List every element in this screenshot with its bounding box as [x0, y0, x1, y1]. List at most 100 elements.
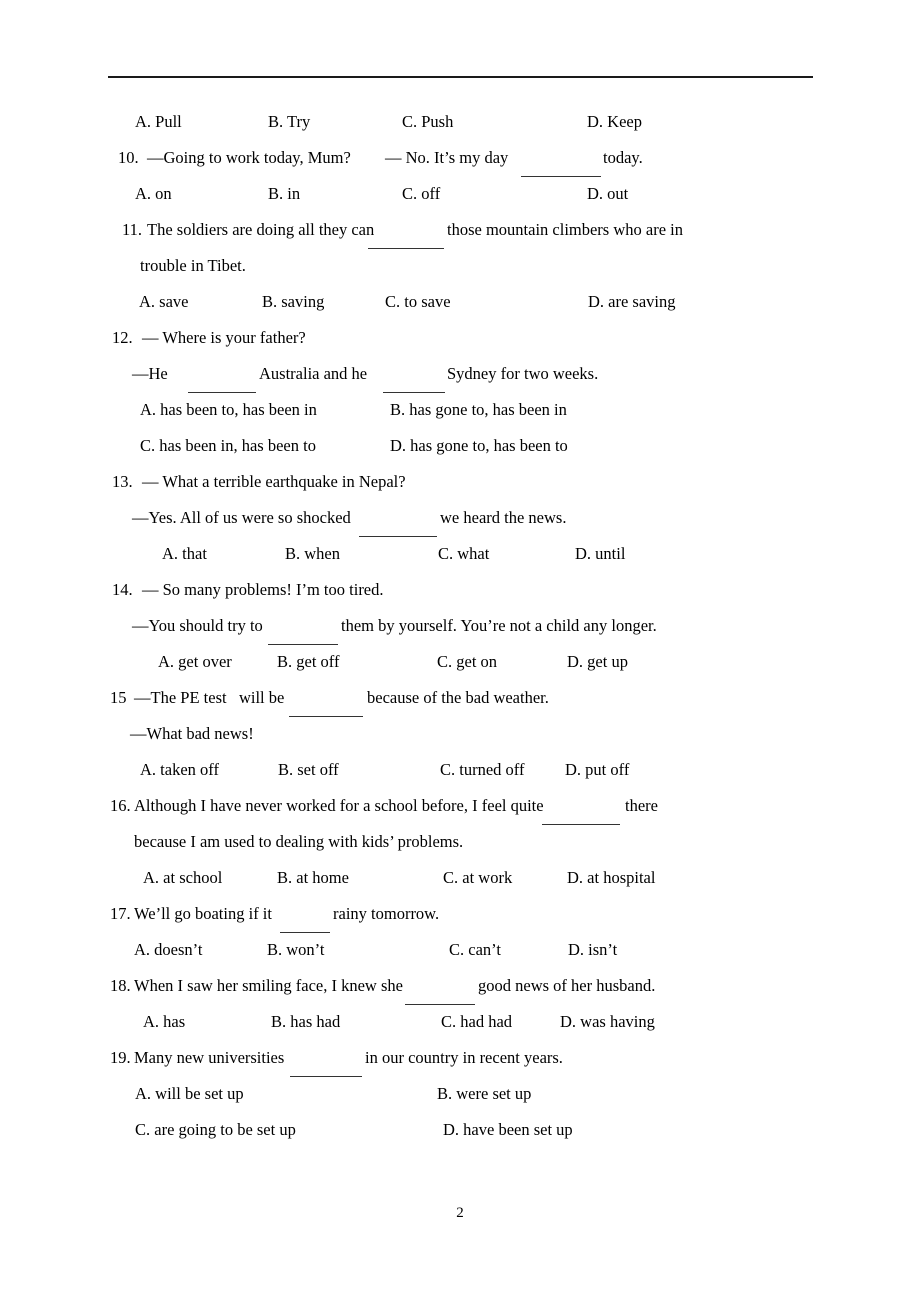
option-d: D. was having [560, 1012, 655, 1031]
answer-blank-q18 [405, 990, 475, 1005]
options-row-q19-ab: A. will be set up B. were set up [0, 1076, 920, 1112]
option-c: C. off [402, 184, 441, 203]
question-stem-q14-line2: —You should try to them by yourself. You… [0, 608, 920, 645]
option-c: C. Push [402, 112, 454, 131]
option-b: B. when [285, 544, 340, 563]
question-number-q16: 16. [110, 796, 131, 815]
options-row-q9: A. Pull B. Try C. Push D. Keep [0, 104, 920, 140]
option-d: D. until [575, 544, 626, 563]
question-text-q18-post: good news of her husband. [478, 976, 656, 995]
option-a: A. doesn’t [134, 940, 203, 959]
option-c: C. get on [437, 652, 498, 671]
answer-blank-q12-1 [188, 378, 256, 393]
questions-container: A. Pull B. Try C. Push D. Keep 10. —Goin… [0, 104, 920, 1148]
question-number-q19: 19. [110, 1048, 131, 1067]
question-text-q15-line2: —What bad news! [130, 724, 254, 743]
option-c: C. had had [441, 1012, 513, 1031]
options-row-q10: A. on B. in C. off D. out [0, 176, 920, 212]
options-row-q18: A. has B. has had C. had had D. was havi… [0, 1004, 920, 1040]
option-a: A. get over [158, 652, 232, 671]
question-stem-q14: 14. — So many problems! I’m too tired. [0, 572, 920, 608]
option-b: B. has had [271, 1012, 341, 1031]
options-row-q17: A. doesn’t B. won’t C. can’t D. isn’t [0, 932, 920, 968]
question-text-q12-line2-mid: Australia and he [259, 364, 368, 383]
question-stem-q15-line2: —What bad news! [0, 716, 920, 752]
answer-blank-q12-2 [383, 378, 445, 393]
options-row-q12-ab: A. has been to, has been in B. has gone … [0, 392, 920, 428]
option-d: D. isn’t [568, 940, 618, 959]
question-stem-q15: 15 —The PE test will be because of the b… [0, 680, 920, 717]
option-d: D. has gone to, has been to [390, 436, 568, 455]
option-d: D. out [587, 184, 629, 203]
question-text-q16-pre: Although I have never worked for a schoo… [134, 796, 544, 815]
question-text-q13: — What a terrible earthquake in Nepal? [142, 472, 406, 491]
question-text-q14: — So many problems! I’m too tired. [142, 580, 384, 599]
option-c: C. what [438, 544, 490, 563]
answer-blank-q14 [268, 630, 338, 645]
option-d: D. get up [567, 652, 628, 671]
option-d: D. Keep [587, 112, 642, 131]
option-a: A. Pull [135, 112, 182, 131]
question-stem-q16: 16. Although I have never worked for a s… [0, 788, 920, 825]
option-a: A. has been to, has been in [140, 400, 317, 419]
question-text-q19-post: in our country in recent years. [365, 1048, 563, 1067]
answer-blank-q10 [521, 162, 601, 177]
option-a: A. at school [143, 868, 223, 887]
options-row-q13: A. that B. when C. what D. until [0, 536, 920, 572]
question-stem-q16-line2: because I am used to dealing with kids’ … [0, 824, 920, 860]
option-d: D. put off [565, 760, 630, 779]
option-c: C. has been in, has been to [140, 436, 316, 455]
question-stem-q12: 12. — Where is your father? [0, 320, 920, 356]
options-row-q19-cd: C. are going to be set up D. have been s… [0, 1112, 920, 1148]
exam-page: A. Pull B. Try C. Push D. Keep 10. —Goin… [0, 0, 920, 1302]
option-a: A. save [139, 292, 189, 311]
option-a: A. taken off [140, 760, 219, 779]
question-stem-q11: 11. The soldiers are doing all they can … [0, 212, 920, 249]
options-row-q14: A. get over B. get off C. get on D. get … [0, 644, 920, 680]
question-text-q12-line2-post: Sydney for two weeks. [447, 364, 599, 383]
question-text-q16-post: there [625, 796, 658, 815]
option-d: D. at hospital [567, 868, 656, 887]
question-stem-q13: 13. — What a terrible earthquake in Nepa… [0, 464, 920, 500]
option-c: C. to save [385, 292, 451, 311]
page-number: 2 [456, 1205, 464, 1221]
question-text-q19-pre: Many new universities [134, 1048, 285, 1067]
question-text-q10-left: —Going to work today, Mum? [147, 148, 351, 167]
option-b: B. at home [277, 868, 349, 887]
options-row-q11: A. save B. saving C. to save D. are savi… [0, 284, 920, 320]
question-text-q12: — Where is your father? [142, 328, 306, 347]
option-b: B. get off [277, 652, 340, 671]
question-text-q15-post: because of the bad weather. [367, 688, 549, 707]
header-divider [108, 76, 813, 78]
option-b: B. Try [268, 112, 311, 131]
option-c: C. at work [443, 868, 513, 887]
question-text-q13-line2-pre: —Yes. All of us were so shocked [132, 508, 351, 527]
question-stem-q19: 19. Many new universities in our country… [0, 1040, 920, 1077]
question-text-q10-right-pre: — No. It’s my day [385, 148, 509, 167]
question-text-q18-pre: When I saw her smiling face, I knew she [134, 976, 403, 995]
question-text-q14-line2-pre: —You should try to [132, 616, 263, 635]
question-stem-q10: 10. —Going to work today, Mum? — No. It’… [0, 140, 920, 177]
question-text-q15-pre: —The PE test will be [134, 688, 285, 707]
option-d: D. have been set up [443, 1120, 573, 1139]
options-row-q16: A. at school B. at home C. at work D. at… [0, 860, 920, 896]
answer-blank-q16 [542, 810, 620, 825]
answer-blank-q19 [290, 1062, 362, 1077]
question-text-q17-pre: We’ll go boating if it [134, 904, 272, 923]
options-row-q12-cd: C. has been in, has been to D. has gone … [0, 428, 920, 464]
question-text-q10-right-post: today. [603, 148, 643, 167]
question-stem-q13-line2: —Yes. All of us were so shocked we heard… [0, 500, 920, 537]
question-text-q16-line2: because I am used to dealing with kids’ … [134, 832, 464, 851]
question-number-q11: 11. [122, 220, 143, 239]
options-row-q15: A. taken off B. set off C. turned off D.… [0, 752, 920, 788]
question-text-q11-pre: The soldiers are doing all they can [147, 220, 375, 239]
answer-blank-q13 [359, 522, 437, 537]
option-b: B. set off [278, 760, 339, 779]
option-b: B. saving [262, 292, 325, 311]
option-b: B. won’t [267, 940, 325, 959]
question-number-q15: 15 [110, 688, 127, 707]
question-text-q11-line2: trouble in Tibet. [140, 256, 246, 275]
question-stem-q18: 18. When I saw her smiling face, I knew … [0, 968, 920, 1005]
question-text-q13-line2-post: we heard the news. [440, 508, 567, 527]
answer-blank-q11 [368, 234, 444, 249]
